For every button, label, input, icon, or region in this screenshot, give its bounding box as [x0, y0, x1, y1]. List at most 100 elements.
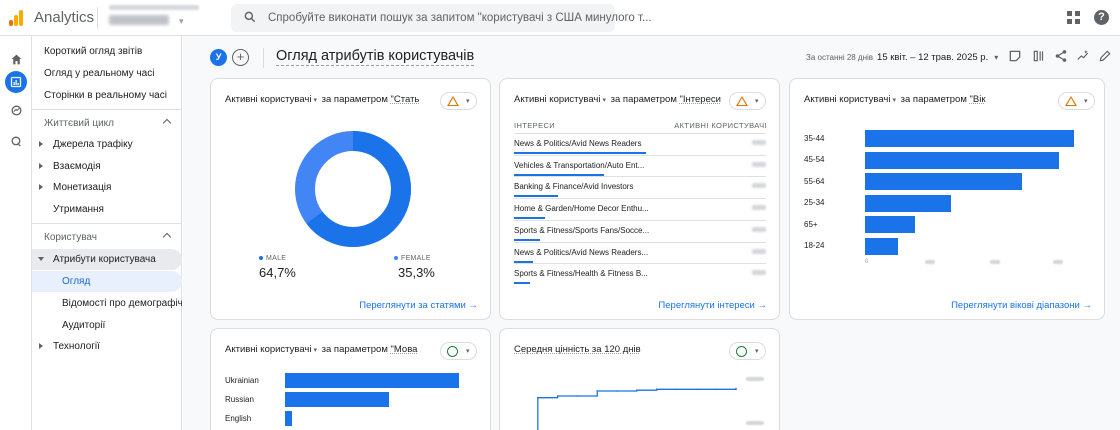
y-axis-tick-redacted: [746, 377, 764, 381]
bar[interactable]: [285, 392, 390, 407]
nav-section-lifecycle[interactable]: Життєвий цикл: [32, 113, 182, 134]
analytics-logo-icon[interactable]: [9, 10, 23, 26]
dimension-label: "Мова: [390, 344, 418, 355]
view-interests-link[interactable]: Переглянути інтереси →: [658, 300, 767, 311]
card-title: Середня цінність за 120 днів: [514, 344, 641, 355]
interest-name: Sports & Fitness/Health & Fitness B...: [514, 269, 648, 279]
interest-name: News & Politics/Avid News Readers: [514, 139, 642, 148]
check-circle-icon: [447, 346, 458, 357]
nav-label: Короткий огляд звітів: [44, 46, 143, 57]
add-comparison-button[interactable]: +: [232, 49, 249, 66]
view-age-ranges-link[interactable]: Переглянути вікові діапазони →: [951, 300, 1092, 311]
search-input[interactable]: Спробуйте виконати пошук за запитом "кор…: [231, 4, 652, 32]
chevron-down-icon: ▾: [466, 348, 470, 355]
metric-selector[interactable]: Активні користувачі: [225, 344, 311, 355]
divider: [97, 7, 98, 29]
nav-reports-snapshot[interactable]: Короткий огляд звітів: [32, 41, 182, 62]
bar[interactable]: [865, 194, 951, 212]
legend-dot: [394, 256, 398, 261]
table-row[interactable]: Sports & Fitness/Sports Fans/Socce...: [514, 219, 766, 241]
account-selector[interactable]: ▾: [109, 5, 219, 26]
nav-user-attributes[interactable]: Атрибути користувача: [32, 249, 182, 270]
data-quality-status[interactable]: ▾: [440, 92, 477, 110]
bar-label: 35-44: [804, 133, 825, 143]
explore-icon[interactable]: [5, 99, 27, 121]
share-bar: [514, 282, 531, 285]
nav-section-user[interactable]: Користувач: [32, 227, 182, 248]
table-row[interactable]: News & Politics/Avid News Readers...: [514, 241, 766, 263]
bar-label: 25-34: [804, 198, 825, 207]
home-icon[interactable]: [5, 48, 27, 70]
nav-realtime-overview[interactable]: Огляд у реальному часі: [32, 63, 182, 84]
data-quality-status[interactable]: ▾: [729, 92, 766, 110]
reports-icon[interactable]: [5, 71, 27, 93]
nav-retention[interactable]: Утримання: [32, 199, 182, 220]
data-quality-status[interactable]: ▾: [1058, 92, 1095, 110]
metric-selector[interactable]: Активні користувачі: [804, 94, 890, 105]
nav-label: Технології: [53, 341, 100, 352]
share-bar: [514, 260, 534, 263]
card-title: Активні користувачі ▾ за параметром "Стат…: [225, 94, 419, 105]
nav-tech[interactable]: Технології: [32, 336, 182, 357]
bar[interactable]: [865, 216, 916, 233]
nav-realtime-pages[interactable]: Сторінки в реальному часі: [32, 85, 182, 106]
nav-audiences[interactable]: Аудиторії: [32, 315, 182, 336]
share-icon[interactable]: [1054, 49, 1068, 63]
gender-donut-chart: [295, 131, 411, 247]
left-rail: [0, 36, 32, 430]
bar-label: 18-24: [804, 241, 825, 250]
advertising-icon[interactable]: [5, 130, 27, 152]
table-row[interactable]: Vehicles & Transportation/Auto Ent...: [514, 154, 766, 176]
edit-icon[interactable]: [1098, 49, 1112, 63]
help-icon[interactable]: ?: [1094, 10, 1109, 25]
column-header-interests[interactable]: ІНТЕРЕСИ: [514, 121, 555, 130]
apps-grid-icon[interactable]: [1067, 11, 1081, 25]
metric-selector[interactable]: Активні користувачі: [225, 94, 311, 105]
nav-engagement[interactable]: Взаємодія: [32, 156, 182, 177]
column-header-active-users[interactable]: АКТИВНІ КОРИСТУВАЧІ: [674, 121, 767, 130]
annotation-icon[interactable]: [1008, 49, 1022, 63]
table-row[interactable]: Home & Garden/Home Decor Enthu...: [514, 198, 766, 220]
table-row[interactable]: News & Politics/Avid News Readers: [514, 133, 766, 154]
ltv-point: [616, 390, 618, 392]
bar[interactable]: [285, 373, 459, 388]
view-genders-link[interactable]: Переглянути за статями →: [359, 300, 478, 311]
comparison-avatar[interactable]: У: [210, 49, 227, 66]
nav-divider: [32, 109, 182, 110]
table-row[interactable]: Banking & Finance/Avid Investors: [514, 176, 766, 198]
table-row[interactable]: Sports & Fitness/Health & Fitness B...: [514, 263, 766, 285]
active-users-value-redacted: [752, 161, 766, 167]
nav-traffic-sources[interactable]: Джерела трафіку: [32, 134, 182, 155]
caret-right-icon: [39, 343, 43, 349]
nav-monetization[interactable]: Монетизація: [32, 177, 182, 198]
card-lifetime-value: Середня цінність за 120 днів ▾: [499, 328, 780, 430]
chevron-down-icon: ▾: [1084, 98, 1088, 105]
compare-icon[interactable]: [1032, 49, 1046, 63]
bar[interactable]: [865, 151, 1060, 169]
ltv-point: [695, 388, 698, 391]
warning-icon: [736, 96, 748, 106]
interest-name: Banking & Finance/Avid Investors: [514, 182, 634, 192]
bar-label: 65+: [804, 219, 818, 229]
bar[interactable]: [285, 411, 292, 426]
bar[interactable]: [865, 130, 1074, 147]
ltv-line-chart: [537, 387, 737, 430]
card-interests: Активні користувачі ▾ за параметром "Інте…: [499, 78, 780, 320]
share-bar: [514, 152, 646, 154]
nav-overview[interactable]: Огляд: [32, 271, 182, 292]
share-bar: [514, 238, 540, 241]
app-name: Analytics: [34, 9, 95, 26]
data-quality-status[interactable]: ▾: [729, 342, 766, 360]
data-quality-status[interactable]: ▾: [440, 342, 477, 360]
nav-demographic-details[interactable]: Відомості про демографіч...: [32, 293, 182, 314]
card-title: Активні користувачі ▾ за параметром "Інте…: [514, 94, 721, 105]
metric-selector[interactable]: Активні користувачі: [514, 94, 600, 105]
active-users-value-redacted: [752, 226, 766, 232]
bar[interactable]: [865, 237, 899, 255]
date-range-picker[interactable]: За останні 28 днів 15 квіт. – 12 трав. 20…: [806, 51, 998, 63]
interest-name: News & Politics/Avid News Readers...: [514, 247, 649, 257]
top-bar: Analytics ▾ Спробуйте виконати пошук за …: [0, 0, 1120, 36]
bar[interactable]: [865, 173, 1022, 190]
warning-icon: [1065, 96, 1077, 106]
insights-icon[interactable]: [1076, 49, 1090, 63]
